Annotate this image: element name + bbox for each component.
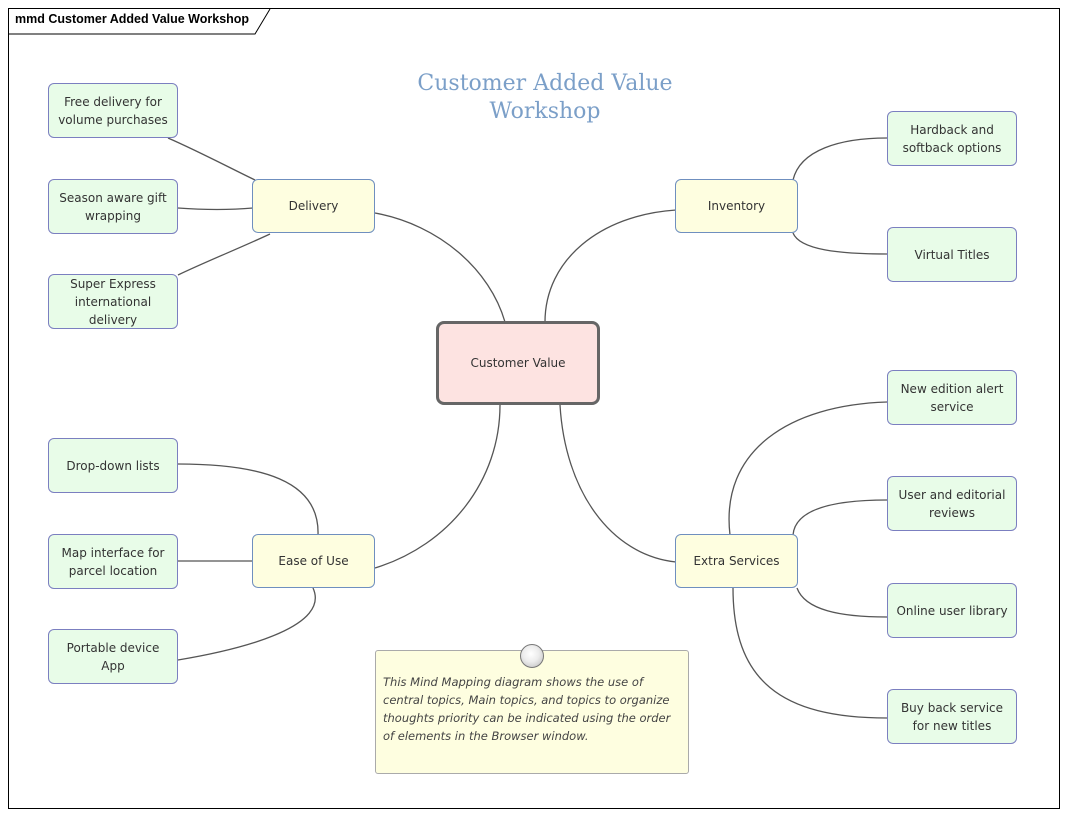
topic-map-interface[interactable]: Map interface for parcel location [48, 534, 178, 589]
topic-label: Hardback and softback options [902, 122, 1002, 155]
topic-new-edition-alert[interactable]: New edition alert service [887, 370, 1017, 425]
connector-delivery-season [177, 207, 254, 211]
connector-extra-reviews [792, 499, 888, 536]
main-topic-inventory[interactable]: Inventory [675, 179, 798, 233]
topic-label: Map interface for parcel location [61, 545, 165, 578]
main-topic-label: Inventory [707, 199, 766, 213]
topic-label: Buy back service for new titles [900, 700, 1004, 733]
topic-label: Season aware gift wrapping [59, 190, 167, 223]
connector-inventory-hardback [792, 137, 888, 181]
topic-buy-back-service[interactable]: Buy back service for new titles [887, 689, 1017, 744]
main-topic-extra-services[interactable]: Extra Services [675, 534, 798, 588]
main-topic-delivery[interactable]: Delivery [252, 179, 375, 233]
connector-ease-portable [177, 587, 316, 661]
diagram-note[interactable]: This Mind Mapping diagram shows the use … [375, 650, 689, 774]
central-topic-label: Customer Value [470, 356, 566, 370]
connector-central-inventory [544, 209, 677, 323]
topic-label: Drop-down lists [66, 458, 160, 473]
central-topic-customer-value[interactable]: Customer Value [436, 321, 600, 405]
topic-hardback-softback[interactable]: Hardback and softback options [887, 111, 1017, 166]
connector-delivery-free [167, 137, 256, 181]
topic-virtual-titles[interactable]: Virtual Titles [887, 227, 1017, 282]
topic-label: Free delivery for volume purchases [58, 94, 168, 127]
connector-extra-newedition [728, 401, 888, 536]
connector-central-extra [559, 404, 677, 563]
connector-ease-dropdown [177, 463, 319, 536]
topic-user-editorial-reviews[interactable]: User and editorial reviews [887, 476, 1017, 531]
topic-portable-device-app[interactable]: Portable device App [48, 629, 178, 684]
topic-super-express[interactable]: Super Express international delivery [48, 274, 178, 329]
main-topic-label: Ease of Use [278, 554, 349, 568]
topic-online-user-library[interactable]: Online user library [887, 583, 1017, 638]
connector-inventory-virtual [792, 232, 888, 255]
connector-central-delivery [374, 212, 506, 323]
topic-label: Virtual Titles [914, 247, 990, 262]
connector-delivery-express [177, 233, 271, 276]
note-pin-icon [520, 644, 544, 668]
connector-extra-library [796, 587, 888, 618]
topic-label: New edition alert service [900, 381, 1004, 414]
topic-free-delivery[interactable]: Free delivery for volume purchases [48, 83, 178, 138]
topic-label: Portable device App [66, 640, 160, 673]
main-topic-label: Extra Services [693, 554, 780, 568]
topic-label: Super Express international delivery [70, 276, 156, 327]
topic-gift-wrapping[interactable]: Season aware gift wrapping [48, 179, 178, 234]
topic-label: User and editorial reviews [898, 487, 1006, 520]
main-topic-ease-of-use[interactable]: Ease of Use [252, 534, 375, 588]
connector-extra-buyback [732, 587, 888, 719]
note-text: This Mind Mapping diagram shows the use … [383, 675, 671, 743]
topic-label: Online user library [896, 603, 1008, 618]
main-topic-label: Delivery [288, 199, 339, 213]
connector-central-ease [374, 404, 501, 569]
topic-drop-down-lists[interactable]: Drop-down lists [48, 438, 178, 493]
